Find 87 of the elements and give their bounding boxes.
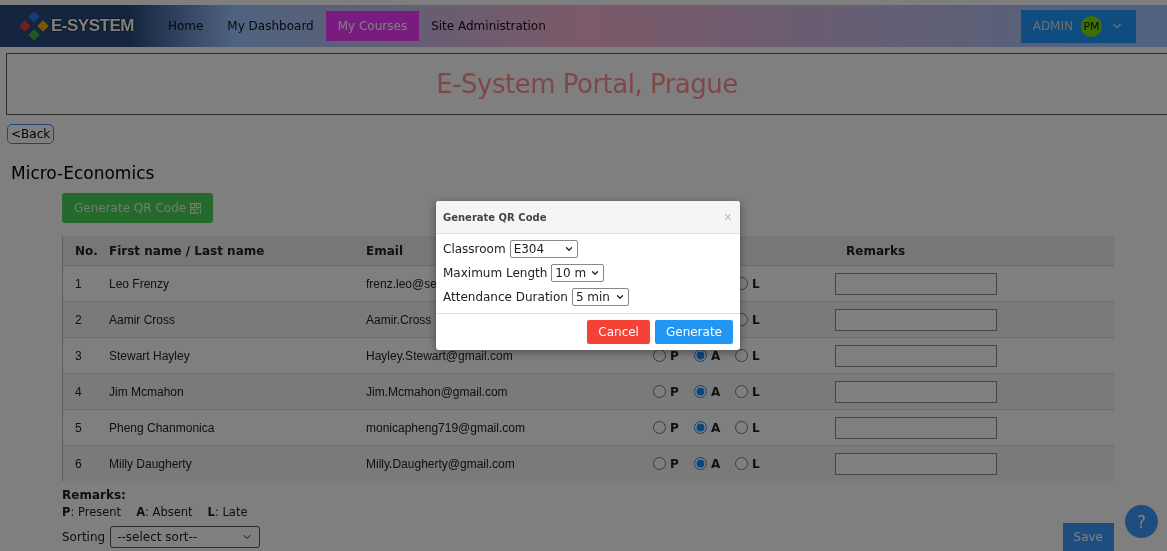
radio-label: P: [670, 348, 679, 363]
logo-icon: [20, 12, 48, 40]
table-cell-text: 6: [74, 456, 82, 471]
legend-item: A: Absent: [136, 505, 193, 519]
field-label: Maximum Length: [443, 266, 548, 280]
save-button[interactable]: Save: [1062, 523, 1114, 551]
legend-title: Remarks:: [62, 488, 127, 502]
column-header: Email: [365, 243, 404, 258]
column-header: First name / Last name: [108, 243, 265, 258]
nav-link[interactable]: Home: [155, 11, 216, 41]
table-cell-text: 5: [74, 420, 82, 435]
column-header: No.: [74, 243, 98, 258]
radio-label: P: [670, 384, 679, 399]
remarks-input[interactable]: [835, 416, 997, 439]
table-cell-text: Jim.Mcmahon@gmail.com: [365, 384, 508, 399]
table-cell-text: Milly Daugherty: [108, 456, 192, 471]
table-cell-text: monicapheng719@gmail.com: [365, 420, 525, 435]
table-cell-text: Jim Mcmahon: [108, 384, 184, 399]
attendance-radio[interactable]: [653, 385, 666, 398]
remarks-input[interactable]: [835, 380, 997, 403]
table-cell-text: Milly.Daugherty@gmail.com: [365, 456, 515, 471]
table-cell-text: 2: [74, 312, 82, 327]
table-cell-text: 3: [74, 348, 82, 363]
attendance-radio[interactable]: [694, 385, 707, 398]
field-label: Attendance Duration: [443, 290, 568, 304]
user-menu-button[interactable]: ADMIN PM: [1020, 9, 1136, 43]
help-button[interactable]: ?: [1125, 505, 1158, 538]
attendance-radio[interactable]: [694, 421, 707, 434]
radio-label: A: [711, 456, 721, 471]
radio-label: L: [752, 276, 760, 291]
legend-item: P: Present: [62, 505, 122, 519]
nav-link[interactable]: My Courses: [325, 11, 420, 41]
table-cell-text: Pheng Chanmonica: [108, 420, 215, 435]
dropdown-select[interactable]: E304: [509, 240, 578, 258]
attendance-radio[interactable]: [694, 457, 707, 470]
radio-label: L: [752, 456, 760, 471]
qr-code-icon: [190, 202, 202, 214]
attendance-radio[interactable]: [653, 457, 666, 470]
remarks-input[interactable]: [835, 272, 997, 295]
radio-label: L: [752, 312, 760, 327]
attendance-radio[interactable]: [735, 385, 748, 398]
dialog-title: Generate QR Code: [443, 211, 547, 223]
radio-label: A: [711, 420, 721, 435]
nav-link[interactable]: Site Administration: [419, 11, 558, 41]
radio-label: P: [670, 456, 679, 471]
field-label: Classroom: [443, 242, 506, 256]
radio-label: P: [670, 420, 679, 435]
attendance-radio[interactable]: [653, 421, 666, 434]
remarks-input[interactable]: [835, 308, 997, 331]
nav-link[interactable]: My Dashboard: [215, 11, 326, 41]
chevron-down-icon: [590, 268, 601, 278]
column-header: Remarks: [845, 243, 906, 258]
table-cell-text: 1: [74, 276, 82, 291]
attendance-radio[interactable]: [735, 457, 748, 470]
user-avatar: PM: [1081, 15, 1102, 37]
dialog-button[interactable]: Cancel: [587, 320, 650, 344]
chevron-down-icon: [563, 244, 574, 254]
dialog-button[interactable]: Generate: [654, 320, 733, 344]
attendance-radio[interactable]: [694, 349, 707, 362]
dropdown-select[interactable]: 5 min: [571, 288, 629, 306]
table-cell-text: 4: [74, 384, 82, 399]
table-cell-text: Leo Frenzy: [108, 276, 170, 291]
back-button[interactable]: <Back: [7, 124, 55, 144]
chevron-down-icon: [614, 292, 625, 302]
attendance-radio[interactable]: [653, 349, 666, 362]
remarks-input[interactable]: [835, 344, 997, 367]
portal-title: E-System Portal, Prague: [436, 69, 738, 99]
sorting-label: Sorting: [62, 530, 106, 544]
dropdown-select[interactable]: 10 m: [551, 264, 605, 282]
attendance-radio[interactable]: [735, 421, 748, 434]
table-cell-text: Stewart Hayley: [108, 348, 190, 363]
logo-text: E-SYSTEM: [51, 16, 134, 36]
table-cell-text: Hayley.Stewart@gmail.com: [365, 348, 513, 363]
radio-label: L: [752, 384, 760, 399]
radio-label: A: [711, 384, 721, 399]
sort-select[interactable]: --select sort--: [110, 526, 261, 548]
table-cell-text: Aamir Cross: [108, 312, 175, 327]
close-button[interactable]: ×: [723, 209, 732, 225]
radio-label: L: [752, 348, 760, 363]
radio-label: A: [711, 348, 721, 363]
course-title: Micro-Economics: [11, 163, 156, 183]
table-cell-text: Aamir.Cross: [365, 312, 432, 327]
table-cell-text: frenz.leo@se: [365, 276, 437, 291]
radio-label: L: [752, 420, 760, 435]
remarks-input[interactable]: [835, 452, 997, 475]
attendance-radio[interactable]: [735, 349, 748, 362]
legend-item: L: Late: [207, 505, 248, 519]
